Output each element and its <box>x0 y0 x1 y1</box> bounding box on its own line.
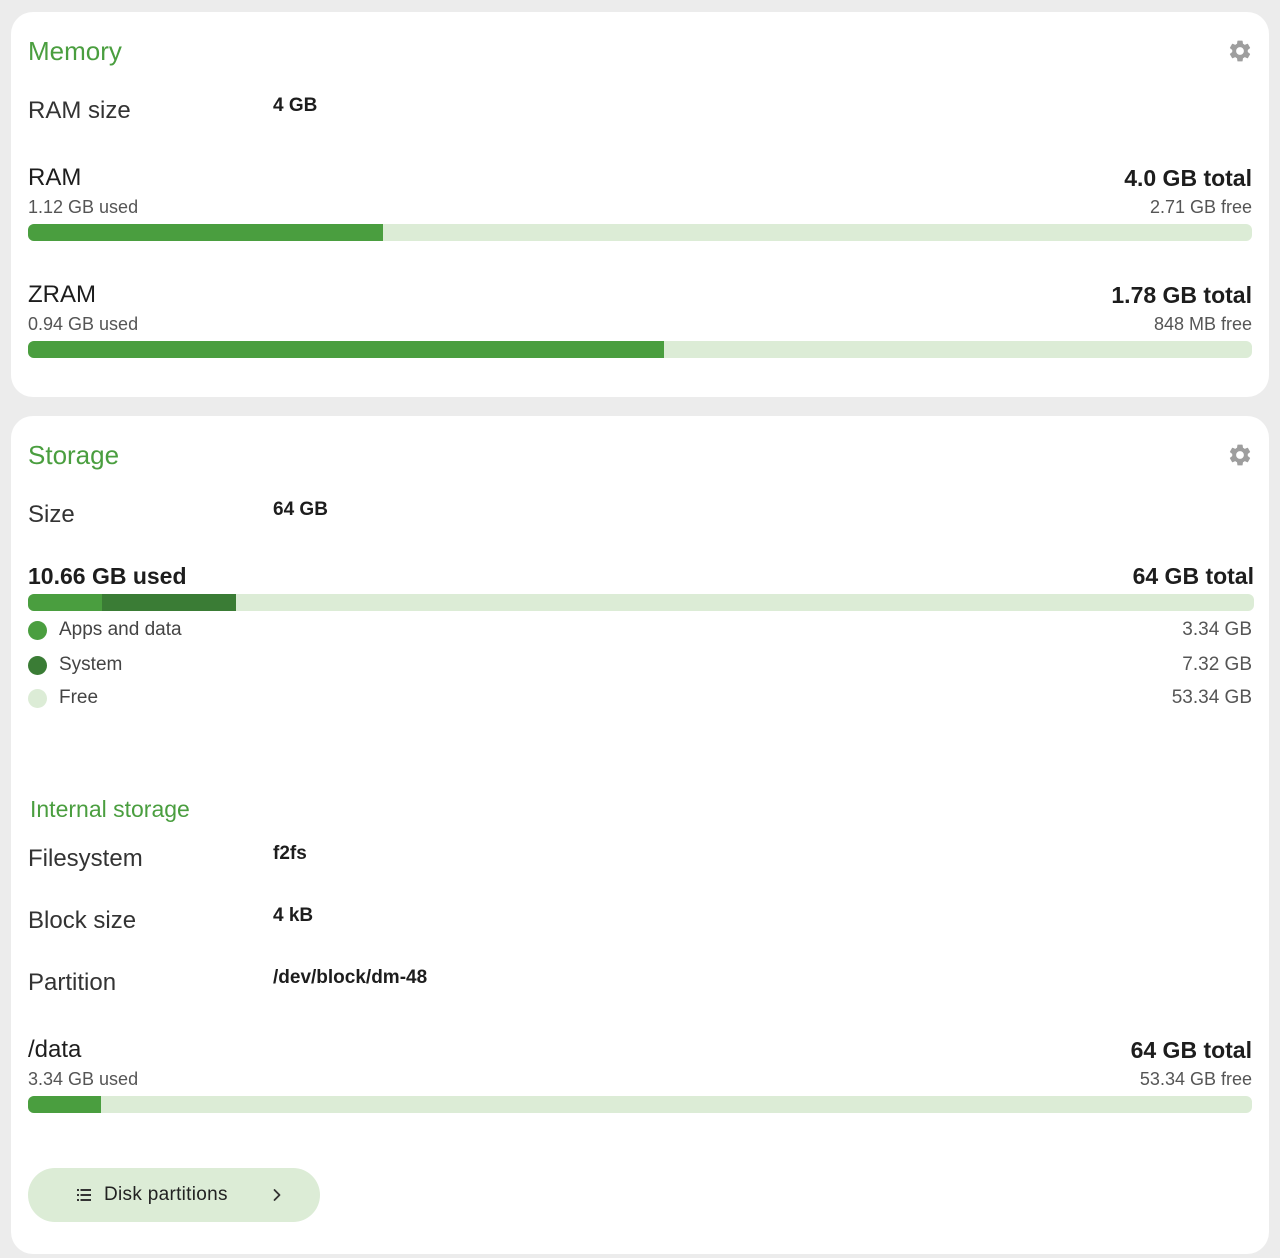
zram-usage-fill <box>28 341 665 358</box>
ram-name: RAM <box>28 164 82 191</box>
data-mount-usage-bar <box>28 1096 1252 1113</box>
storage-apps-segment <box>28 594 102 611</box>
filesystem-label: Filesystem <box>28 845 143 872</box>
disk-partitions-label: Disk partitions <box>104 1184 228 1205</box>
ram-usage-bar <box>28 224 1252 241</box>
free-dot-icon <box>28 689 47 708</box>
apps-dot-icon <box>28 621 47 640</box>
legend-apps-value: 3.34 GB <box>1182 619 1252 640</box>
legend-free: Free 53.34 GB <box>28 686 1252 712</box>
zram-usage-bar <box>28 341 1252 358</box>
ram-size-value: 4 GB <box>273 95 318 116</box>
legend-free-value: 53.34 GB <box>1171 687 1252 708</box>
gear-icon[interactable] <box>1227 442 1253 468</box>
data-mount-used: 3.34 GB used <box>28 1069 139 1089</box>
zram-name: ZRAM <box>28 281 96 308</box>
legend-apps-label: Apps and data <box>59 619 182 640</box>
data-mount-usage-fill <box>28 1096 102 1113</box>
memory-title: Memory <box>28 36 122 66</box>
zram-used: 0.94 GB used <box>28 314 139 334</box>
ram-used: 1.12 GB used <box>28 197 139 217</box>
chevron-right-icon <box>273 1189 281 1201</box>
legend-apps: Apps and data 3.34 GB <box>28 618 1252 644</box>
legend-system: System 7.32 GB <box>28 653 1252 679</box>
ram-total: 4.0 GB total <box>1124 165 1252 191</box>
legend-free-label: Free <box>59 687 99 708</box>
block-size-value: 4 kB <box>273 905 314 926</box>
internal-storage-title: Internal storage <box>30 796 190 822</box>
gear-icon[interactable] <box>1227 38 1253 64</box>
storage-size-value: 64 GB <box>273 499 328 520</box>
legend-system-value: 7.32 GB <box>1182 654 1252 675</box>
data-mount-free: 53.34 GB free <box>1139 1069 1252 1089</box>
storage-card: Storage Size 64 GB 10.66 GB used 64 GB t… <box>11 416 1269 1254</box>
partition-label: Partition <box>28 969 117 996</box>
memory-card: Memory RAM size 4 GB RAM 4.0 GB total 1.… <box>11 12 1269 397</box>
data-mount-total: 64 GB total <box>1130 1037 1252 1063</box>
disk-partitions-button[interactable]: Disk partitions <box>28 1168 320 1222</box>
storage-usage-bar <box>28 594 1254 611</box>
storage-total-heading: 64 GB total <box>1132 563 1254 589</box>
storage-size-label: Size <box>28 501 75 528</box>
storage-system-segment <box>101 594 237 611</box>
storage-used-heading: 10.66 GB used <box>28 563 187 589</box>
block-size-label: Block size <box>28 907 137 934</box>
ram-free: 2.71 GB free <box>1149 197 1252 217</box>
data-mount-name: /data <box>28 1036 82 1063</box>
zram-free: 848 MB free <box>1153 314 1252 334</box>
ram-size-label: RAM size <box>28 97 131 124</box>
legend-system-label: System <box>59 654 123 675</box>
list-icon <box>77 1189 91 1201</box>
zram-total: 1.78 GB total <box>1111 282 1252 308</box>
system-dot-icon <box>28 656 47 675</box>
filesystem-value: f2fs <box>273 843 307 864</box>
partition-value: /dev/block/dm-48 <box>273 967 428 988</box>
ram-usage-fill <box>28 224 383 241</box>
storage-title: Storage <box>28 440 120 470</box>
